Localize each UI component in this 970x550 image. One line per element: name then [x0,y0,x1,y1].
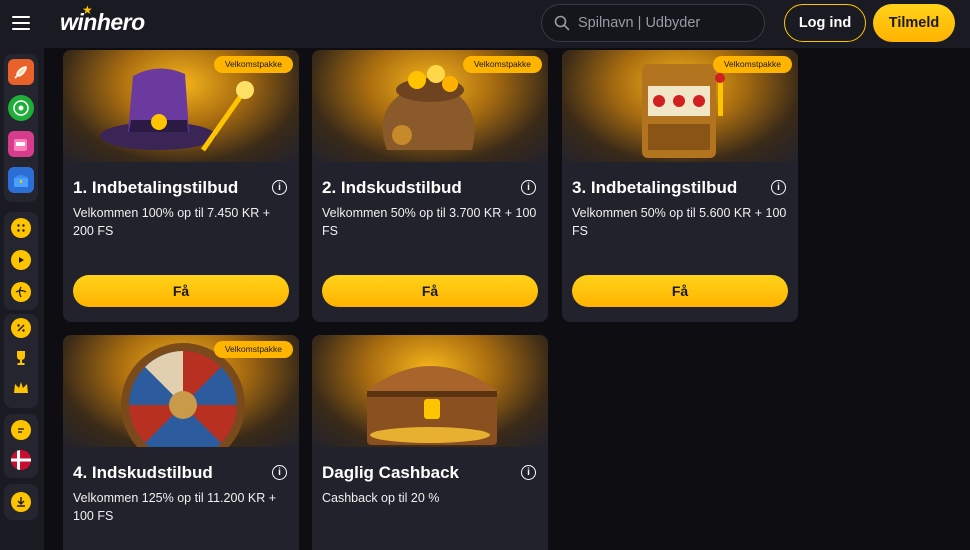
offer-description: Velkommen 50% op til 5.600 KR + 100 FS [572,206,787,238]
search-icon [554,15,570,31]
welcome-badge: Velkomstpakke [712,56,792,73]
offer-title: 3. Indbetalingstilbud [572,178,738,197]
sidebar-group-games [4,54,38,202]
treasure-chest-icon[interactable] [8,167,34,193]
offer-description: Velkommen 125% op til 11.200 KR + 100 FS [73,491,277,523]
info-icon[interactable]: i [771,180,786,195]
top-header: winhero ★ Log ind Tilmeld [0,0,970,48]
roulette-icon[interactable] [8,95,34,121]
offer-card[interactable]: Velkomstpakke 3. Indbetalingstilbud i Ve… [562,50,798,322]
danish-flag-icon[interactable] [11,450,31,470]
search-bar[interactable] [541,4,765,42]
offer-title: 4. Indskudstilbud [73,463,213,482]
offer-card[interactable]: Daglig Cashback i Cashback op til 20 % [312,335,548,550]
offer-card[interactable]: Velkomstpakke 2. Indskudstilbud i Velkom… [312,50,548,322]
sidebar [0,48,44,550]
info-icon[interactable]: i [272,180,287,195]
login-button[interactable]: Log ind [784,4,866,42]
logo[interactable]: winhero ★ [60,3,145,36]
signup-button[interactable]: Tilmeld [873,4,955,42]
claim-button[interactable]: Få [572,275,788,307]
live-casino-icon[interactable] [11,250,31,270]
info-icon[interactable]: i [521,465,536,480]
vip-crown-icon[interactable] [11,378,31,398]
sidebar-group-categories [4,212,38,310]
menu-icon[interactable] [12,16,30,30]
info-icon[interactable]: i [521,180,536,195]
offer-title: 2. Indskudstilbud [322,178,462,197]
chat-icon[interactable] [11,420,31,440]
offer-description: Velkommen 50% op til 3.700 KR + 100 FS [322,206,537,238]
logo-star-icon: ★ [82,3,93,17]
welcome-badge: Velkomstpakke [462,56,542,73]
trophy-icon[interactable] [11,348,31,368]
offer-title: Daglig Cashback [322,463,459,482]
treasure-chest-image [312,335,548,447]
rocket-icon[interactable] [8,59,34,85]
welcome-badge: Velkomstpakke [213,56,293,73]
claim-button[interactable]: Få [322,275,538,307]
offer-card[interactable]: Velkomstpakke 4. Indskudstilbud i Velkom… [63,335,299,550]
claim-button[interactable]: Få [73,275,289,307]
dice-icon[interactable] [11,218,31,238]
welcome-badge: Velkomstpakke [213,341,293,358]
sidebar-group-support [4,414,38,478]
offer-description: Velkommen 100% op til 7.450 KR + 200 FS [73,206,270,238]
sports-ball-icon[interactable] [11,282,31,302]
sidebar-group-download [4,484,38,520]
slot-machine-icon[interactable] [8,131,34,157]
offer-card[interactable]: Velkomstpakke 1. Indbetalingstilbud i Ve… [63,50,299,322]
info-icon[interactable]: i [272,465,287,480]
download-icon[interactable] [11,492,31,512]
promotions-icon[interactable] [11,318,31,338]
search-input[interactable] [578,15,758,31]
sidebar-group-rewards [4,314,38,408]
logo-text: winhero [60,9,145,35]
offer-description: Cashback op til 20 % [322,491,440,505]
offer-title: 1. Indbetalingstilbud [73,178,239,197]
